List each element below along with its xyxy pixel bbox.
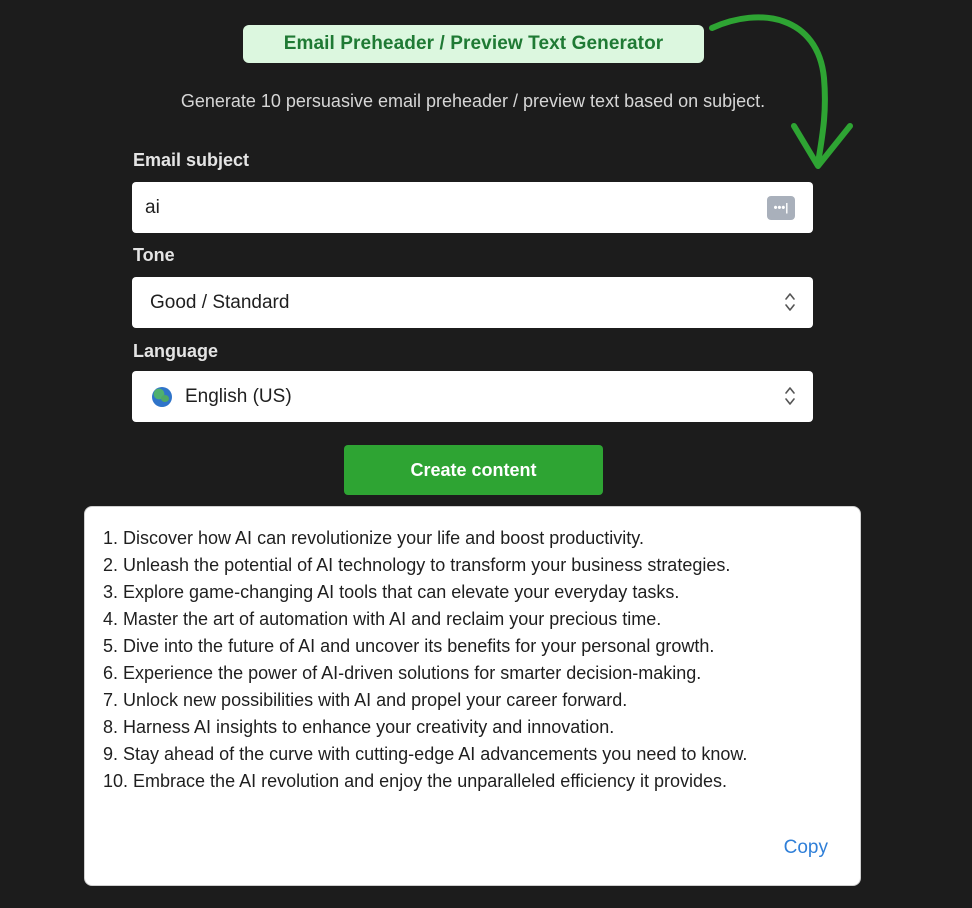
- result-item: 1. Discover how AI can revolutionize you…: [103, 528, 644, 548]
- globe-icon: [152, 386, 172, 407]
- copy-button[interactable]: Copy: [784, 837, 828, 859]
- email-subject-input[interactable]: ai •••|: [132, 182, 813, 233]
- email-subject-label: Email subject: [133, 150, 250, 170]
- language-select[interactable]: English (US): [132, 371, 813, 422]
- result-item: 6. Experience the power of AI-driven sol…: [103, 663, 702, 683]
- chevron-up-down-icon: [785, 387, 795, 405]
- result-item: 9. Stay ahead of the curve with cutting-…: [103, 744, 748, 764]
- result-item: 10. Embrace the AI revolution and enjoy …: [103, 771, 728, 791]
- tone-select[interactable]: Good / Standard: [132, 277, 813, 328]
- result-item: 8. Harness AI insights to enhance your c…: [103, 717, 615, 737]
- tone-label: Tone: [133, 245, 175, 265]
- result-list: 1. Discover how AI can revolutionize you…: [103, 525, 747, 795]
- email-subject-value: ai: [145, 196, 160, 218]
- language-label: Language: [133, 341, 219, 361]
- result-item: 2. Unleash the potential of AI technolog…: [103, 555, 731, 575]
- chevron-up-down-icon: [785, 293, 795, 311]
- page-title: Email Preheader / Preview Text Generator: [243, 25, 704, 63]
- language-selected-value: English (US): [185, 385, 292, 407]
- result-item: 3. Explore game-changing AI tools that c…: [103, 582, 680, 602]
- result-output: 1. Discover how AI can revolutionize you…: [84, 506, 861, 886]
- tone-selected-value: Good / Standard: [150, 291, 290, 313]
- result-item: 7. Unlock new possibilities with AI and …: [103, 690, 628, 710]
- page: Email Preheader / Preview Text Generator…: [0, 0, 972, 908]
- create-content-button[interactable]: Create content: [344, 445, 603, 495]
- result-item: 4. Master the art of automation with AI …: [103, 609, 662, 629]
- result-item: 5. Dive into the future of AI and uncove…: [103, 636, 715, 656]
- page-subtitle: Generate 10 persuasive email preheader /…: [180, 91, 766, 111]
- ellipsis-icon[interactable]: •••|: [767, 196, 795, 220]
